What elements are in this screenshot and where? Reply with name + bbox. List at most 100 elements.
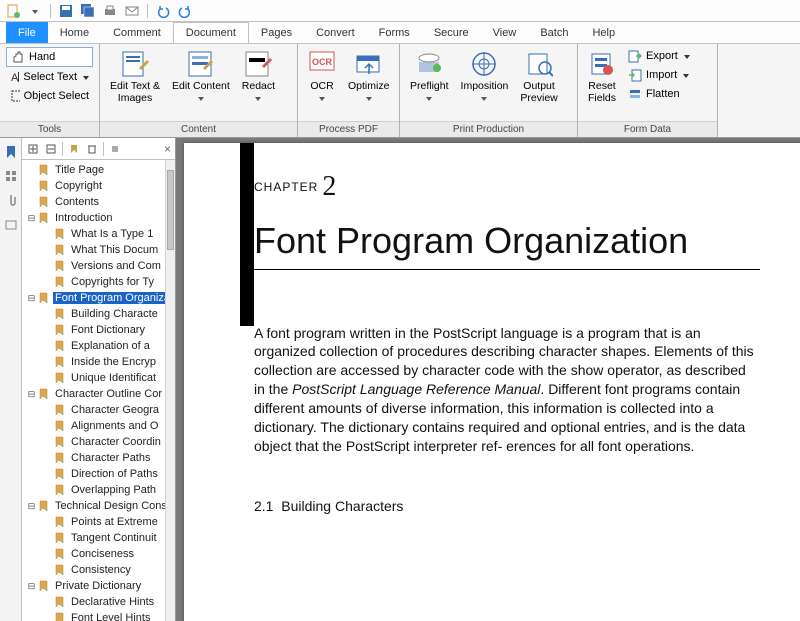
collapse-icon[interactable]: ⊟ — [26, 581, 37, 592]
export-button[interactable]: Export — [624, 47, 694, 65]
tab-document[interactable]: Document — [173, 22, 249, 43]
tab-batch[interactable]: Batch — [528, 22, 580, 43]
bookmark-item[interactable]: ⊟Private Dictionary — [22, 578, 175, 594]
bookmark-item[interactable]: Contents — [22, 194, 175, 210]
bookmark-item[interactable]: Character Coordin — [22, 434, 175, 450]
optimize-button[interactable]: Optimize — [342, 46, 395, 119]
select-text-label: Select Text — [23, 71, 77, 83]
page: CHAPTER2 Font Program Organization A fon… — [184, 143, 800, 621]
new-bookmark-icon[interactable] — [67, 142, 81, 156]
tab-home[interactable]: Home — [48, 22, 101, 43]
bookmark-label: Character Outline Cor — [53, 388, 164, 400]
close-panel-icon[interactable]: × — [164, 142, 171, 156]
undo-icon[interactable] — [154, 2, 172, 20]
bookmark-item[interactable]: Declarative Hints — [22, 594, 175, 610]
bookmark-icon — [37, 500, 51, 512]
bookmarks-tree: Title Page Copyright Contents ⊟Introduction… — [22, 160, 175, 621]
bookmark-item[interactable]: Copyrights for Ty — [22, 274, 175, 290]
bookmark-item[interactable]: Consistency — [22, 562, 175, 578]
bookmark-label: Unique Identificat — [69, 372, 158, 384]
bookmark-item[interactable]: Overlapping Path — [22, 482, 175, 498]
bookmark-item[interactable]: Title Page — [22, 162, 175, 178]
bookmark-label: Contents — [53, 196, 101, 208]
new-icon[interactable] — [4, 2, 22, 20]
output-preview-button[interactable]: Output Preview — [514, 46, 563, 119]
bookmark-item[interactable]: ⊟ Font Program Organiza — [22, 290, 175, 306]
object-select-label: Object Select — [24, 90, 89, 102]
reset-fields-button[interactable]: Reset Fields — [582, 46, 622, 119]
tab-forms[interactable]: Forms — [367, 22, 422, 43]
tab-comment[interactable]: Comment — [101, 22, 173, 43]
bookmark-item[interactable]: ⊟Introduction — [22, 210, 175, 226]
bookmark-label: Font Program Organiza — [53, 292, 172, 304]
bookmark-item[interactable]: Font Level Hints — [22, 610, 175, 621]
ribbon-tabs: File HomeCommentDocumentPagesConvertForm… — [0, 22, 800, 44]
bookmark-item[interactable]: Building Characte — [22, 306, 175, 322]
dropdown-icon[interactable] — [26, 2, 44, 20]
preflight-button[interactable]: Preflight — [404, 46, 455, 119]
bookmark-item[interactable]: Direction of Paths — [22, 466, 175, 482]
bookmark-item[interactable]: What Is a Type 1 — [22, 226, 175, 242]
select-text-tool[interactable]: A Select Text — [6, 68, 93, 86]
save-icon[interactable] — [57, 2, 75, 20]
flatten-button[interactable]: Flatten — [624, 85, 694, 103]
delete-bookmark-icon[interactable] — [85, 142, 99, 156]
bookmark-item[interactable]: ⊟Technical Design Cons — [22, 498, 175, 514]
preflight-label: Preflight — [410, 80, 449, 92]
bookmarks-panel-icon[interactable] — [3, 144, 19, 160]
tab-pages[interactable]: Pages — [249, 22, 304, 43]
collapse-icon[interactable]: ⊟ — [26, 293, 37, 304]
edit-text-images-button[interactable]: Edit Text & Images — [104, 46, 166, 119]
reset-fields-label: Reset Fields — [588, 80, 616, 104]
redo-icon[interactable] — [176, 2, 194, 20]
tab-file[interactable]: File — [6, 22, 48, 43]
bookmark-item[interactable]: Alignments and O — [22, 418, 175, 434]
bookmark-label: Declarative Hints — [69, 596, 156, 608]
tab-help[interactable]: Help — [580, 22, 627, 43]
bookmark-item[interactable]: Copyright — [22, 178, 175, 194]
collapse-icon[interactable]: ⊟ — [26, 213, 37, 224]
collapse-icon[interactable]: ⊟ — [26, 389, 37, 400]
edit-content-button[interactable]: Edit Content — [166, 46, 236, 119]
tab-secure[interactable]: Secure — [422, 22, 481, 43]
thumbnails-panel-icon[interactable] — [3, 168, 19, 184]
bookmark-item[interactable]: Points at Extreme — [22, 514, 175, 530]
collapse-icon[interactable]: ⊟ — [26, 501, 37, 512]
hand-tool[interactable]: Hand — [6, 47, 93, 67]
bookmark-item[interactable]: Inside the Encryp — [22, 354, 175, 370]
email-icon[interactable] — [123, 2, 141, 20]
page-margin-bar — [240, 143, 254, 326]
document-area[interactable]: CHAPTER2 Font Program Organization A fon… — [176, 138, 800, 621]
svg-text:A: A — [11, 72, 19, 84]
bookmark-icon — [53, 532, 67, 544]
options-icon[interactable] — [108, 142, 122, 156]
object-select-tool[interactable]: Object Select — [6, 87, 93, 105]
tab-view[interactable]: View — [481, 22, 529, 43]
bookmark-item[interactable]: ⊟ Character Outline Cor — [22, 386, 175, 402]
bookmark-item[interactable]: Character Paths — [22, 450, 175, 466]
bookmark-item[interactable]: Explanation of a — [22, 338, 175, 354]
import-button[interactable]: Import — [624, 66, 694, 84]
imposition-button[interactable]: Imposition — [455, 46, 515, 119]
save-all-icon[interactable] — [79, 2, 97, 20]
bookmark-item[interactable]: Conciseness — [22, 546, 175, 562]
attachments-panel-icon[interactable] — [3, 192, 19, 208]
bookmark-item[interactable]: Character Geogra — [22, 402, 175, 418]
tab-convert[interactable]: Convert — [304, 22, 367, 43]
bookmark-item[interactable]: Tangent Continuit — [22, 530, 175, 546]
redact-button[interactable]: Redact — [236, 46, 281, 119]
bookmark-icon — [37, 212, 51, 224]
bookmark-icon — [53, 372, 67, 384]
bookmark-item[interactable]: Versions and Com — [22, 258, 175, 274]
bookmarks-scrollbar[interactable] — [165, 160, 175, 621]
print-icon[interactable] — [101, 2, 119, 20]
layers-panel-icon[interactable] — [3, 216, 19, 232]
collapse-all-icon[interactable] — [44, 142, 58, 156]
bookmark-item[interactable]: Unique Identificat — [22, 370, 175, 386]
bookmark-item[interactable]: What This Docum — [22, 242, 175, 258]
bookmark-label: Title Page — [53, 164, 106, 176]
ocr-button[interactable]: OCR OCR — [302, 46, 342, 119]
chapter-label: CHAPTER2 — [254, 171, 760, 203]
bookmark-item[interactable]: Font Dictionary — [22, 322, 175, 338]
expand-all-icon[interactable] — [26, 142, 40, 156]
